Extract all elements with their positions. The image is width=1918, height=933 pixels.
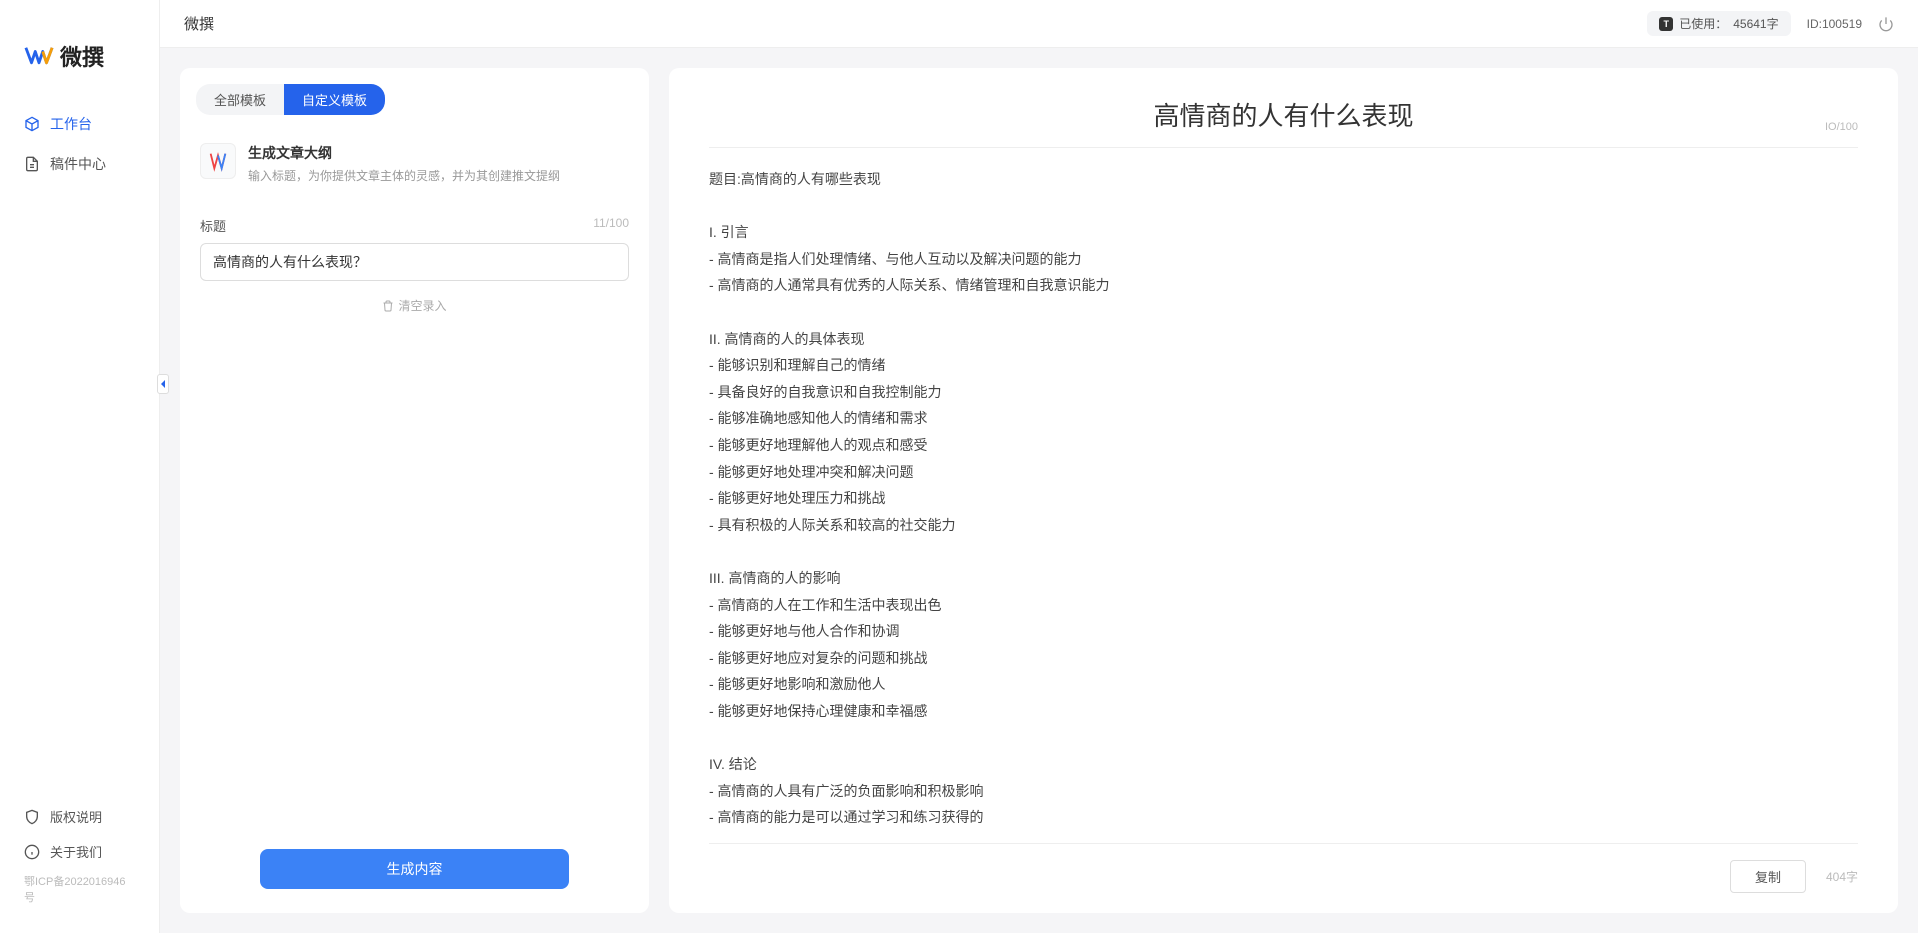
template-card: 生成文章大纲 输入标题，为你提供文章主体的灵感，并为其创建推文提纲	[180, 131, 649, 196]
usage-value: 45641字	[1733, 15, 1778, 32]
title-input[interactable]	[200, 243, 629, 281]
tab-all-templates[interactable]: 全部模板	[196, 84, 284, 115]
text-icon: T	[1659, 17, 1673, 31]
chevron-left-icon	[159, 379, 167, 389]
tab-custom-templates[interactable]: 自定义模板	[284, 84, 385, 115]
template-info: 生成文章大纲 输入标题，为你提供文章主体的灵感，并为其创建推文提纲	[248, 143, 560, 184]
nav: 工作台 稿件中心	[0, 104, 159, 799]
nav-workspace[interactable]: 工作台	[0, 104, 159, 144]
topbar-title: 微撰	[184, 13, 1631, 34]
logo-text: 微撰	[60, 40, 104, 72]
cube-icon	[24, 116, 40, 132]
clear-text: 清空录入	[398, 297, 446, 314]
io-count: IO/100	[1825, 121, 1858, 133]
nav-label: 稿件中心	[50, 154, 106, 174]
template-desc: 输入标题，为你提供文章主体的灵感，并为其创建推文提纲	[248, 167, 560, 184]
user-id: ID:100519	[1807, 17, 1862, 31]
sidebar: 微撰 工作台 稿件中心 版权说明 关于我们 鄂ICP备2022016946号	[0, 0, 160, 933]
panel-left: 全部模板 自定义模板 生成文章大纲 输入标题，为你提供文章主体的灵感，并为其创建…	[180, 68, 649, 913]
template-title: 生成文章大纲	[248, 143, 560, 163]
form-label: 标题	[200, 216, 226, 235]
usage-label: 已使用：	[1679, 15, 1727, 32]
copy-button[interactable]: 复制	[1730, 860, 1806, 893]
output-header: 高情商的人有什么表现 IO/100	[709, 96, 1858, 148]
output-title: 高情商的人有什么表现	[709, 96, 1858, 133]
nav-label: 版权说明	[50, 807, 102, 826]
document-icon	[24, 156, 40, 172]
form-label-row: 标题 11/100	[200, 216, 629, 235]
trash-icon	[382, 300, 394, 312]
icp-text: 鄂ICP备2022016946号	[0, 869, 159, 913]
generate-wrap: 生成内容	[180, 849, 649, 897]
usage-badge: T 已使用： 45641字	[1647, 11, 1790, 36]
generate-button[interactable]: 生成内容	[260, 849, 569, 889]
content: 全部模板 自定义模板 生成文章大纲 输入标题，为你提供文章主体的灵感，并为其创建…	[160, 48, 1918, 933]
output-body: 题目:高情商的人有哪些表现 I. 引言 - 高情商是指人们处理情绪、与他人互动以…	[709, 166, 1858, 831]
sidebar-footer: 版权说明 关于我们 鄂ICP备2022016946号	[0, 799, 159, 933]
nav-copyright[interactable]: 版权说明	[0, 799, 159, 834]
output-footer: 复制 404字	[709, 843, 1858, 893]
clear-input[interactable]: 清空录入	[200, 281, 629, 333]
logo: 微撰	[0, 16, 159, 104]
form-block: 标题 11/100 清空录入	[180, 196, 649, 849]
tabs: 全部模板 自定义模板	[180, 84, 649, 131]
output-char-count: 404字	[1826, 868, 1858, 885]
nav-label: 工作台	[50, 114, 92, 134]
main: 微撰 T 已使用： 45641字 ID:100519 全部模板 自定义模板	[160, 0, 1918, 933]
panel-right: 高情商的人有什么表现 IO/100 题目:高情商的人有哪些表现 I. 引言 - …	[669, 68, 1898, 913]
sidebar-collapse[interactable]	[157, 374, 169, 394]
topbar: 微撰 T 已使用： 45641字 ID:100519	[160, 0, 1918, 48]
nav-label: 关于我们	[50, 842, 102, 861]
nav-about[interactable]: 关于我们	[0, 834, 159, 869]
logo-icon	[24, 44, 54, 68]
template-icon	[200, 143, 236, 179]
info-icon	[24, 844, 40, 860]
shield-icon	[24, 809, 40, 825]
nav-drafts[interactable]: 稿件中心	[0, 144, 159, 184]
power-icon[interactable]	[1878, 16, 1894, 32]
char-count: 11/100	[593, 216, 629, 235]
